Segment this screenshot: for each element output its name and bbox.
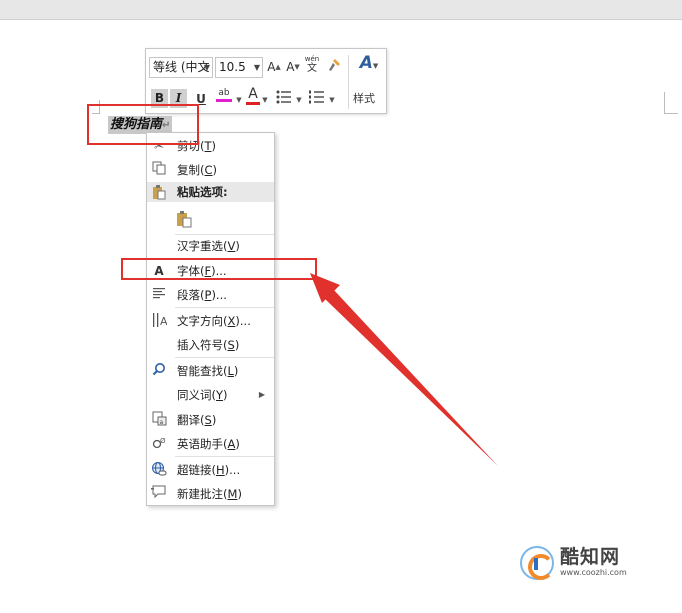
coozhi-logo-icon bbox=[520, 546, 554, 580]
watermark: 酷知网 www.coozhi.com bbox=[520, 542, 658, 582]
watermark-name: 酷知网 bbox=[560, 546, 621, 568]
word-document-window: 等线 (中文 ▼ 10.5 ▼ A▲ A▼ wén 文 A▼ B I U ab … bbox=[0, 0, 682, 613]
watermark-url: www.coozhi.com bbox=[560, 568, 627, 577]
annotation-arrow bbox=[310, 273, 498, 466]
